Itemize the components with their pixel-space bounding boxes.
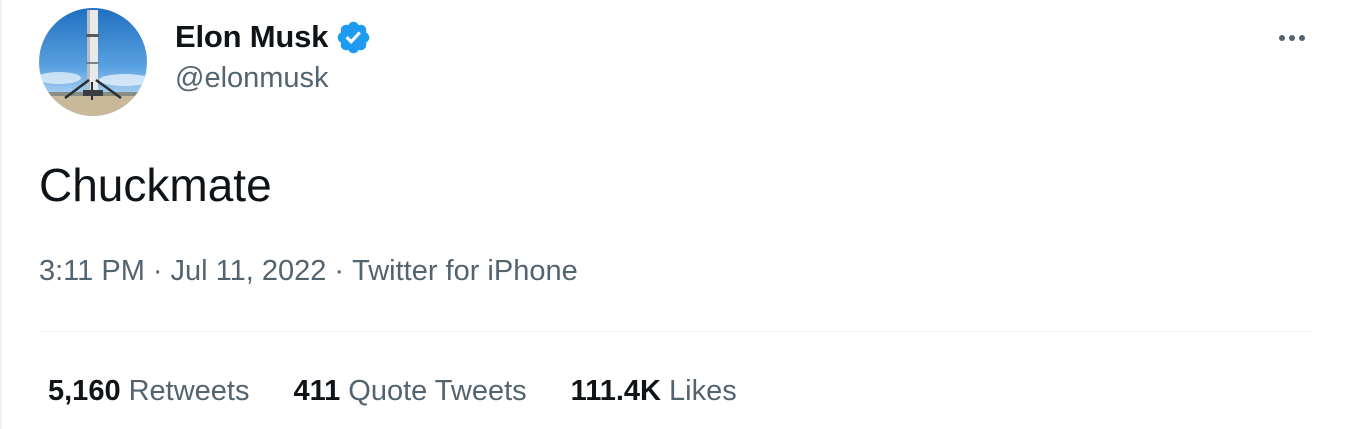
meta-separator: ·: [152, 255, 163, 287]
quote-tweets-count: 411: [293, 375, 341, 407]
more-horizontal-icon: [1278, 29, 1306, 47]
divider: [39, 331, 1312, 332]
retweets-count: 5,160: [48, 375, 121, 407]
page-left-border: [0, 0, 2, 429]
author-display-name[interactable]: Elon Musk: [175, 19, 328, 55]
author-handle[interactable]: @elonmusk: [175, 62, 329, 95]
verified-badge-icon: [335, 19, 372, 56]
likes-count: 111.4K: [570, 375, 661, 407]
rocket-booster-avatar-icon: [39, 8, 147, 116]
more-options-button[interactable]: [1262, 20, 1322, 56]
meta-separator: ·: [334, 255, 345, 287]
retweets-label: Retweets: [128, 375, 250, 407]
tweet-text: Chuckmate: [39, 159, 272, 211]
likes-label: Likes: [669, 375, 737, 407]
tweet-stats: 5,160 Retweets 411 Quote Tweets 111.4K Like…: [48, 375, 781, 408]
author-name-row[interactable]: Elon Musk: [175, 16, 372, 58]
tweet-time[interactable]: 3:11 PM: [39, 255, 145, 287]
quote-tweets-stat[interactable]: 411 Quote Tweets: [293, 375, 526, 408]
tweet-meta: 3:11 PM · Jul 11, 2022 · Twitter for iPhone: [39, 255, 578, 288]
tweet-source[interactable]: Twitter for iPhone: [352, 255, 578, 287]
likes-stat[interactable]: 111.4K Likes: [571, 375, 737, 408]
quote-tweets-label: Quote Tweets: [348, 375, 527, 407]
retweets-stat[interactable]: 5,160 Retweets: [48, 375, 249, 408]
avatar[interactable]: [39, 8, 147, 116]
tweet-date[interactable]: Jul 11, 2022: [171, 255, 327, 287]
